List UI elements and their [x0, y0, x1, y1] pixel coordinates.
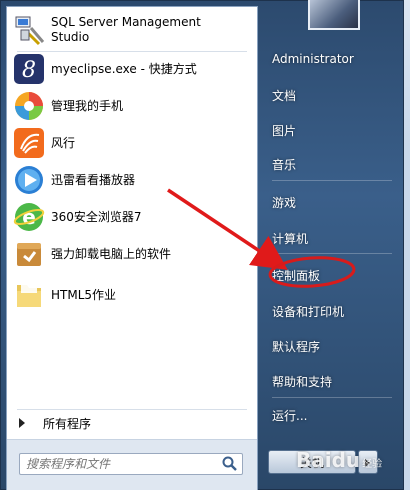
sql-server-icon [13, 14, 45, 46]
divider [272, 397, 392, 398]
program-label: 强力卸载电脑上的软件 [51, 246, 172, 261]
user-name[interactable]: Administrator [270, 46, 398, 72]
watermark-sub: 经验 [362, 459, 383, 470]
program-label: 迅雷看看播放器 [51, 172, 136, 187]
program-phone-manager[interactable]: 管理我的手机 [11, 88, 255, 124]
menu-devices-printers[interactable]: 设备和打印机 [270, 298, 398, 324]
search-area [7, 439, 257, 490]
search-icon[interactable] [221, 455, 239, 473]
menu-documents[interactable]: 文档 [270, 82, 398, 108]
menu-default-programs[interactable]: 默认程序 [270, 333, 398, 359]
menu-pictures[interactable]: 图片 [270, 117, 398, 143]
watermark: Baidu 经验 [296, 448, 382, 472]
search-box[interactable] [19, 453, 243, 475]
divider [272, 253, 392, 254]
start-menu: SQL Server Management Studio 8 myeclipse… [0, 0, 404, 490]
all-programs-label: 所有程序 [43, 416, 92, 431]
program-sql-server[interactable]: SQL Server Management Studio [11, 11, 255, 49]
program-myeclipse[interactable]: 8 myeclipse.exe - 快捷方式 [11, 51, 255, 87]
watermark-text: Baidu [296, 448, 361, 472]
user-avatar[interactable] [308, 0, 360, 30]
program-label: 管理我的手机 [51, 98, 124, 113]
browser-360-icon: e [13, 201, 45, 233]
programs-panel: SQL Server Management Studio 8 myeclipse… [6, 6, 258, 490]
phone-manager-icon [13, 90, 45, 122]
program-label: SQL Server Management [51, 15, 201, 29]
myeclipse-icon: 8 [13, 53, 45, 85]
program-label: HTML5作业 [51, 287, 117, 302]
folder-icon [13, 279, 45, 311]
program-xunlei-player[interactable]: 迅雷看看播放器 [11, 162, 255, 198]
system-panel: Administrator 文档 图片 音乐 游戏 计算机 控制面板 设备和打印… [262, 0, 404, 490]
program-label: myeclipse.exe - 快捷方式 [51, 61, 197, 76]
menu-games[interactable]: 游戏 [270, 189, 398, 215]
menu-control-panel[interactable]: 控制面板 [270, 262, 398, 288]
menu-help-support[interactable]: 帮助和支持 [270, 368, 398, 394]
program-label: 风行 [51, 135, 76, 150]
menu-run[interactable]: 运行... [270, 402, 398, 428]
menu-music[interactable]: 音乐 [270, 151, 398, 177]
program-label: 360安全浏览器7 [51, 209, 142, 224]
program-360-browser[interactable]: e 360安全浏览器7 [11, 199, 255, 235]
xunlei-player-icon [13, 164, 45, 196]
program-label: Studio [51, 30, 90, 44]
program-uninstaller[interactable]: 强力卸载电脑上的软件 [11, 236, 255, 272]
svg-text:e: e [22, 205, 36, 229]
expand-arrow-icon [19, 418, 25, 428]
divider [17, 409, 247, 410]
all-programs-button[interactable]: 所有程序 [7, 411, 257, 435]
search-input[interactable] [20, 454, 221, 474]
program-html5-folder[interactable]: HTML5作业 [11, 277, 255, 313]
menu-computer[interactable]: 计算机 [270, 225, 398, 251]
uninstaller-icon [13, 238, 45, 270]
funshion-icon [13, 127, 45, 159]
svg-text:8: 8 [22, 58, 36, 83]
divider [272, 180, 392, 181]
program-funshion[interactable]: 风行 [11, 125, 255, 161]
